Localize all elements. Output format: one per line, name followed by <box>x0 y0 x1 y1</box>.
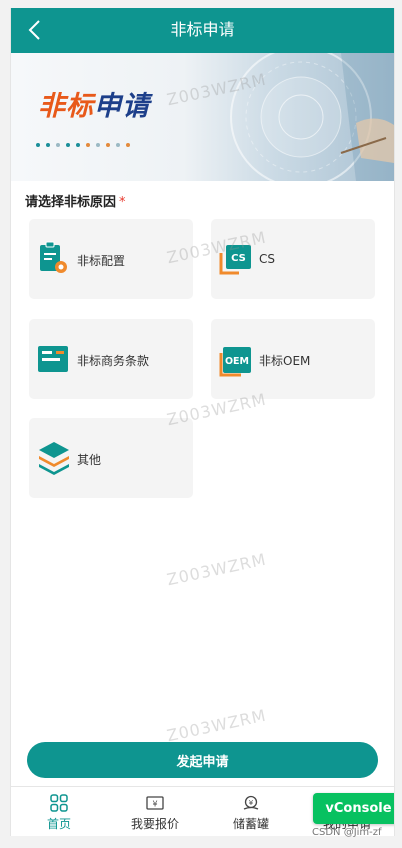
reason-label: 请选择非标原因 * <box>25 191 126 210</box>
submit-request-button[interactable]: 发起申请 <box>27 742 378 778</box>
reason-option-cs[interactable]: CS CS <box>211 219 375 299</box>
reason-option-oem[interactable]: OEM 非标OEM <box>211 319 375 399</box>
vconsole-button[interactable]: vConsole <box>313 793 394 824</box>
reason-option-label: 其他 <box>77 453 102 467</box>
required-mark: * <box>119 195 126 210</box>
reason-option-business-terms[interactable]: 非标商务条款 <box>29 319 193 399</box>
layers-icon <box>39 442 69 475</box>
banner-image: 非标申请 <box>11 53 394 181</box>
reason-option-config[interactable]: 非标配置 <box>29 219 193 299</box>
tab-label: 首页 <box>46 817 71 831</box>
banner-title-part2: 申请 <box>94 91 150 122</box>
oem-badge-icon: OEM <box>219 347 251 377</box>
page-title: 非标申请 <box>170 20 235 39</box>
business-terms-icon <box>38 346 68 372</box>
banner-title: 非标申请 <box>38 91 150 123</box>
piggy-bank-icon: ¥ <box>243 795 259 810</box>
oem-badge-text: OEM <box>225 356 249 367</box>
svg-text:¥: ¥ <box>152 800 157 809</box>
cs-badge-icon: CS <box>219 245 251 275</box>
reason-option-other[interactable]: 其他 <box>29 418 193 498</box>
tab-quote[interactable]: ¥ 我要报价 <box>107 787 203 836</box>
banner-dots <box>36 143 130 147</box>
tab-piggy-bank[interactable]: ¥ 储蓄罐 <box>203 787 299 836</box>
watermark: Z003WZRM <box>165 705 269 746</box>
tab-home[interactable]: 首页 <box>11 787 107 836</box>
nav-bar: 非标申请 <box>11 8 394 53</box>
cs-badge-text: CS <box>231 253 246 264</box>
banner-title-part1: 非标 <box>38 91 94 122</box>
config-clipboard-icon <box>40 241 67 273</box>
svg-text:¥: ¥ <box>249 799 254 807</box>
reason-option-label: 非标OEM <box>259 354 311 368</box>
reason-option-label: CS <box>259 252 275 266</box>
reason-option-label: 非标商务条款 <box>77 354 150 368</box>
grid-home-icon <box>50 794 68 812</box>
tab-label: 储蓄罐 <box>232 817 269 831</box>
quote-icon: ¥ <box>146 796 164 810</box>
tab-label: 我要报价 <box>130 817 179 831</box>
reason-label-text: 请选择非标原因 <box>25 195 117 210</box>
reason-option-label: 非标配置 <box>77 254 126 268</box>
watermark: Z003WZRM <box>165 549 269 590</box>
footer-credit: CSDN @Jim-zf <box>312 827 382 838</box>
phone-screen: 非标申请 非标申请 请选择非标原因 * 非标配置 CS CS 非标商务条款 OE… <box>10 8 395 836</box>
